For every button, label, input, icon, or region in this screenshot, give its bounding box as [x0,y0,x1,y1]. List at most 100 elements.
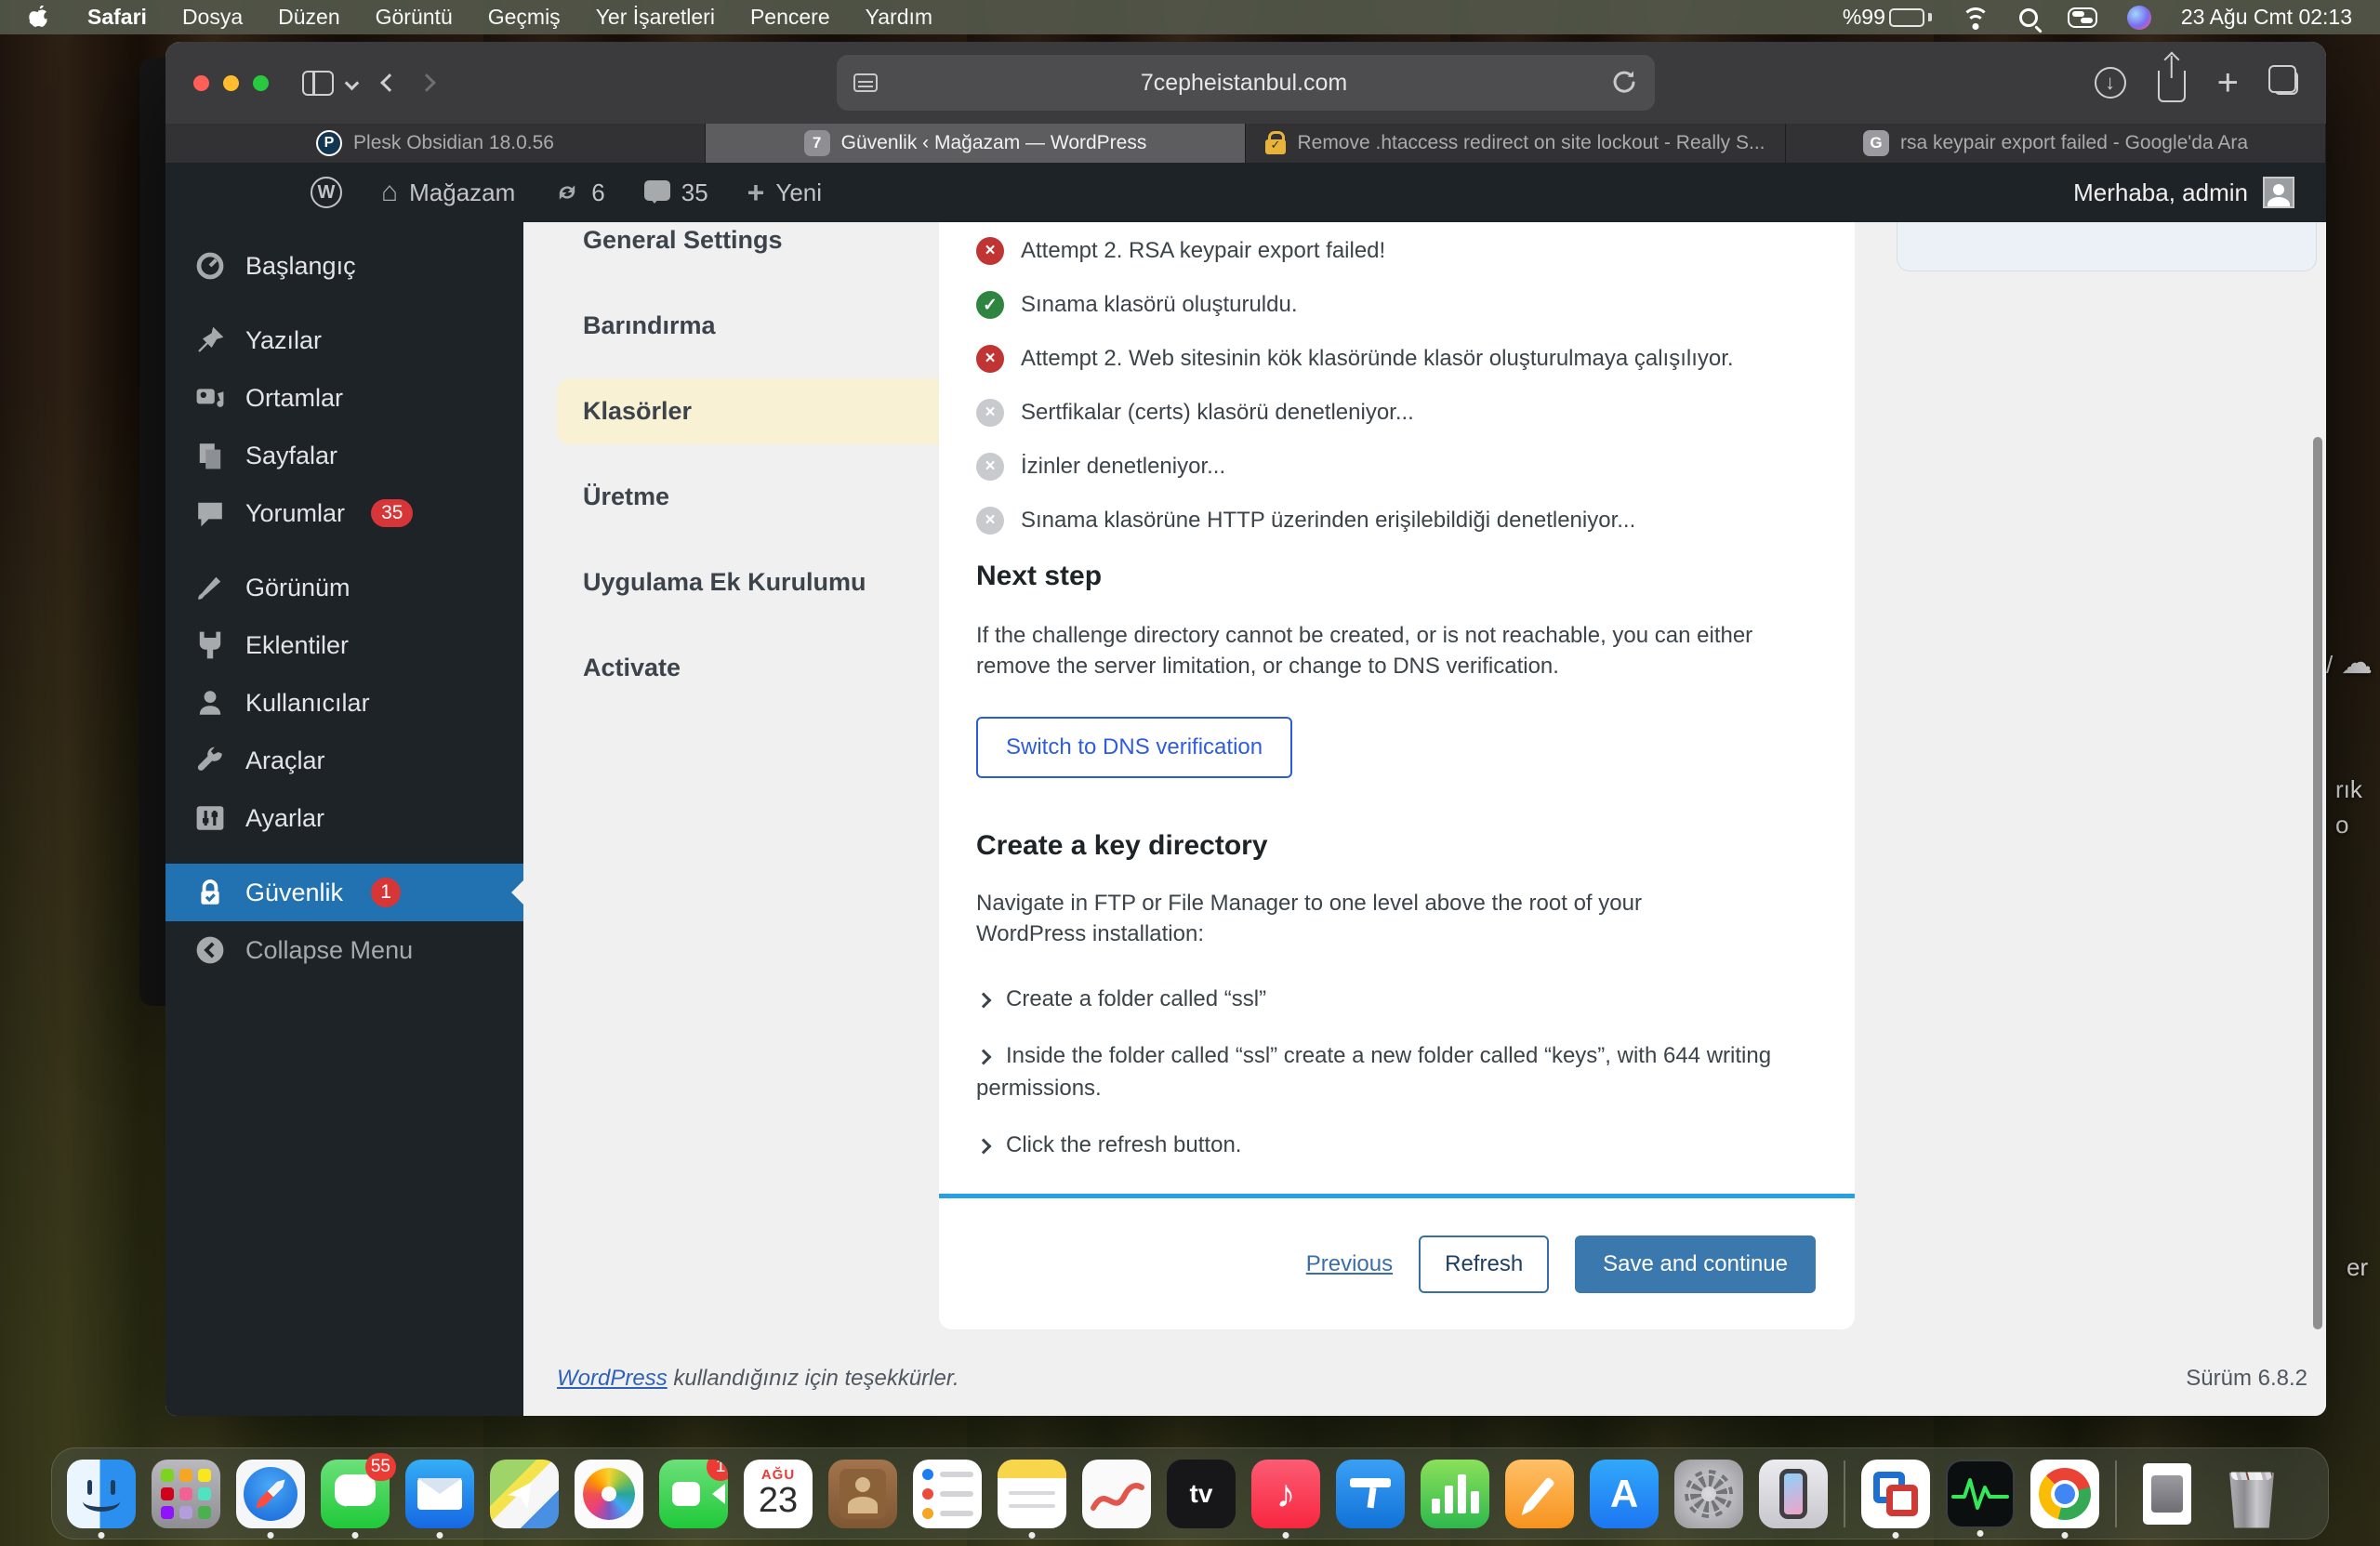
dock-photos-icon[interactable] [575,1459,643,1528]
dock-mail-icon[interactable] [405,1459,474,1528]
dashboard-icon [196,252,224,280]
security-badge: 1 [371,878,402,907]
dock-pages-icon[interactable] [1505,1459,1574,1528]
dock-appletv-icon[interactable]: tv [1167,1459,1236,1528]
sidebar-item-ortamlar[interactable]: Ortamlar [165,369,523,427]
settings-sliders-icon [196,806,224,830]
step-barindirma[interactable]: Barındırma [557,293,957,359]
sidebar-item-gorunum[interactable]: Görünüm [165,559,523,616]
battery-indicator[interactable]: %99 [1843,5,1932,30]
dock-trash-icon[interactable] [2217,1460,2286,1528]
sidebar-item-baslangic[interactable]: Başlangıç [165,237,523,295]
sidebar-item-eklentiler[interactable]: Eklentiler [165,616,523,674]
spotlight-icon[interactable] [2018,7,2038,27]
pages-icon [199,443,221,469]
dock-activity-monitor-icon[interactable] [1946,1459,2015,1528]
back-button[interactable] [380,73,399,92]
dock-music-icon[interactable]: ♪ [1251,1459,1320,1528]
step-klasorler[interactable]: Klasörler [557,378,957,444]
dock-parallels-icon[interactable] [1861,1459,1930,1528]
page-settings-icon[interactable] [853,73,878,92]
dock-finder-icon[interactable] [67,1459,136,1528]
bullet-item: Create a folder called “ssl” [975,983,1785,1015]
downloads-button[interactable]: ↓ [2094,67,2126,99]
zoom-window-button[interactable] [253,74,269,91]
site-link[interactable]: ⌂ Mağazam [368,163,528,222]
window-controls [193,74,269,91]
step-activate[interactable]: Activate [557,635,957,701]
wifi-icon[interactable] [1961,7,1990,30]
dock-system-settings-icon[interactable] [1674,1459,1743,1528]
wp-version: Sürüm 6.8.2 [2186,1366,2307,1391]
sidebar-item-araclar[interactable]: Araçlar [165,732,523,789]
dock-iphone-mirroring-icon[interactable] [1759,1459,1828,1528]
dock-disk-image-icon[interactable] [2133,1460,2202,1528]
url-text[interactable]: 7cepheistanbul.com [878,70,1610,97]
step-general-settings[interactable]: General Settings [557,222,957,273]
sidebar-item-ayarlar[interactable]: Ayarlar [165,789,523,847]
dock-chrome-icon[interactable] [2030,1459,2099,1528]
refresh-button[interactable]: Refresh [1419,1235,1550,1293]
save-and-continue-button[interactable]: Save and continue [1575,1235,1816,1293]
apple-logo-icon[interactable] [28,5,52,30]
tab-wordpress-guvenlik[interactable]: 7 Güvenlik ‹ Mağazam — WordPress [706,124,1246,163]
menubar-app-name[interactable]: Safari [87,5,147,30]
sidebar-toggle-button[interactable] [302,70,334,96]
address-bar[interactable]: 7cepheistanbul.com [837,55,1655,111]
wordpress-link[interactable]: WordPress [557,1366,668,1391]
dock-safari-icon[interactable] [236,1459,305,1528]
dock-reminders-icon[interactable] [913,1459,982,1528]
reload-icon[interactable] [1610,69,1638,97]
share-button[interactable] [2157,71,2186,102]
previous-link[interactable]: Previous [1306,1251,1393,1277]
menu-gecmis[interactable]: Geçmiş [488,5,561,30]
control-center-icon[interactable] [2067,7,2097,28]
sidebar-item-yazilar[interactable]: Yazılar [165,311,523,369]
menubar-clock[interactable]: 23 Ağu Cmt 02:13 [2181,5,2352,30]
comments-menu[interactable]: 35 [631,163,721,222]
page-scrollbar[interactable] [2313,437,2322,1329]
sidebar-item-sayfalar[interactable]: Sayfalar [165,427,523,484]
dock-launchpad-icon[interactable] [152,1459,220,1528]
sidebar-item-kullanicilar[interactable]: Kullanıcılar [165,674,523,732]
dock-maps-icon[interactable] [490,1459,559,1528]
tab-plesk[interactable]: P Plesk Obsidian 18.0.56 [165,124,706,163]
sidebar-item-guvenlik[interactable]: Güvenlik 1 [165,864,523,921]
step-uygulama-ek-kurulumu[interactable]: Uygulama Ek Kurulumu [557,549,957,615]
avatar[interactable] [2263,177,2294,208]
new-tab-button[interactable]: + [2217,64,2239,101]
close-window-button[interactable] [193,74,209,91]
menu-yardim[interactable]: Yardım [866,5,932,30]
menu-pencere[interactable]: Pencere [750,5,830,30]
next-step-body: If the challenge directory cannot be cre… [976,623,1753,679]
tab-htaccess-article[interactable]: Remove .htaccess redirect on site lockou… [1246,124,1786,163]
step-uretme[interactable]: Üretme [557,464,957,530]
dock-notes-icon[interactable] [998,1459,1066,1528]
menu-yerisaretleri[interactable]: Yer İşaretleri [596,5,715,30]
switch-to-dns-button[interactable]: Switch to DNS verification [976,717,1293,778]
menu-goruntu[interactable]: Görüntü [376,5,453,30]
menu-duzen[interactable]: Düzen [278,5,339,30]
dock-messages-icon[interactable]: 55 [321,1452,396,1528]
dock-calendar-icon[interactable]: AĞU 23 [744,1459,813,1528]
dock-facetime-icon[interactable]: 1 [659,1459,728,1528]
wp-logo-menu[interactable]: W [298,163,355,222]
sidebar-item-yorumlar[interactable]: Yorumlar 35 [165,484,523,542]
account-greeting[interactable]: Merhaba, admin [2073,178,2248,207]
new-content-menu[interactable]: + Yeni [734,163,835,222]
updates-menu[interactable]: 6 [541,163,617,222]
dock-numbers-icon[interactable] [1421,1459,1489,1528]
forward-button[interactable] [417,73,436,92]
desktop-fragment-er: er [2347,1253,2369,1281]
siri-icon[interactable] [2126,5,2151,30]
dock-keynote-icon[interactable] [1336,1459,1405,1528]
tab-overview-button[interactable] [2268,65,2298,95]
minimize-window-button[interactable] [223,74,239,91]
tab-google-search[interactable]: G rsa keypair export failed - Google'da … [1786,124,2326,163]
dock-freeform-icon[interactable] [1082,1459,1151,1528]
sidebar-collapse-menu[interactable]: Collapse Menu [165,921,523,979]
dock-contacts-icon[interactable] [828,1459,897,1528]
menu-dosya[interactable]: Dosya [182,5,243,30]
chevron-down-icon[interactable] [344,75,360,90]
dock-appstore-icon[interactable]: A [1590,1459,1659,1528]
